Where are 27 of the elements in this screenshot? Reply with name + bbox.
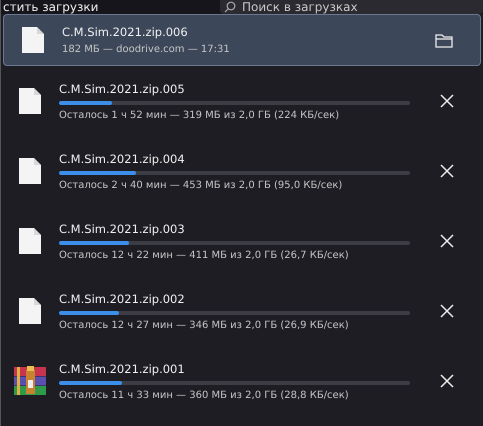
download-item[interactable]: C.M.Sim.2021.zip.002 Осталось 12 ч 27 мин — 346 МБ из 2,0 ГБ (26,9 КБ/сек) <box>1 276 483 346</box>
download-item[interactable]: C.M.Sim.2021.zip.004 Осталось 2 ч 40 мин — 453 МБ из 2,0 ГБ (95,0 КБ/сек) <box>1 136 483 206</box>
download-status: Осталось 2 ч 40 мин — 453 МБ из 2,0 ГБ (95,0 КБ/сек) <box>59 180 344 190</box>
file-name[interactable]: C.M.Sim.2021.zip.002 <box>59 292 411 306</box>
file-icon <box>19 298 41 324</box>
download-item[interactable]: C.M.Sim.2021.zip.003 Осталось 12 ч 22 мин — 411 МБ из 2,0 ГБ (26,7 КБ/сек) <box>1 206 483 276</box>
file-name[interactable]: C.M.Sim.2021.zip.003 <box>59 222 411 236</box>
archive-icon <box>14 366 46 396</box>
file-icon <box>22 27 44 53</box>
download-status: Осталось 12 ч 22 мин — 411 МБ из 2,0 ГБ (26,7 КБ/сек) <box>59 250 350 260</box>
download-item[interactable]: C.M.Sim.2021.zip.006 182 МБ — doodrive.com — 17:31 <box>3 14 481 66</box>
file-icon <box>19 228 41 254</box>
download-item[interactable]: C.M.Sim.2021.zip.001 Осталось 11 ч 33 мин — 360 МБ из 2,0 ГБ (28,8 КБ/сек) <box>1 346 483 416</box>
download-status: Осталось 12 ч 27 мин — 346 МБ из 2,0 ГБ (26,9 КБ/сек) <box>59 320 350 330</box>
file-name[interactable]: C.M.Sim.2021.zip.001 <box>59 362 411 376</box>
file-name[interactable]: C.M.Sim.2021.zip.004 <box>59 152 411 166</box>
download-status: 182 МБ — doodrive.com — 17:31 <box>62 44 231 55</box>
file-icon <box>19 158 41 184</box>
download-status: Осталось 1 ч 52 мин — 319 МБ из 2,0 ГБ (224 КБ/сек) <box>59 110 340 120</box>
file-name[interactable]: C.M.Sim.2021.zip.006 <box>62 25 408 39</box>
download-status: Осталось 11 ч 33 мин — 360 МБ из 2,0 ГБ (28,8 КБ/сек) <box>59 390 350 400</box>
search-icon <box>224 1 236 13</box>
file-icon <box>19 88 41 114</box>
file-name[interactable]: C.M.Sim.2021.zip.005 <box>59 82 411 96</box>
download-item[interactable]: C.M.Sim.2021.zip.005 Осталось 1 ч 52 мин — 319 МБ из 2,0 ГБ (224 КБ/сек) <box>1 66 483 136</box>
search-field[interactable]: Поиск в загрузках <box>220 0 483 14</box>
header-title: стить загрузки <box>2 0 100 14</box>
